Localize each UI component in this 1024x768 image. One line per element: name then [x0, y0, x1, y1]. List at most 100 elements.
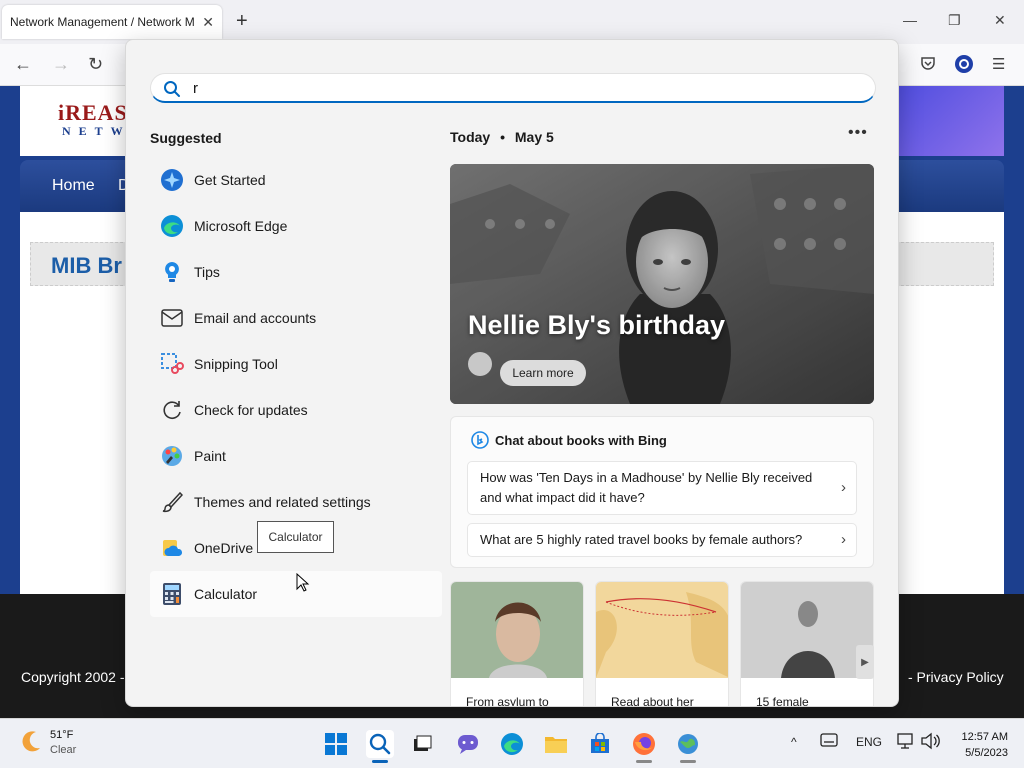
clock-date: 5/5/2023 [965, 747, 1008, 759]
scroll-right-button[interactable]: ▶ [856, 645, 874, 679]
today-separator: • [500, 129, 505, 145]
app-item-paint[interactable]: Paint [150, 433, 442, 479]
thumbnail-row: From asylum to Read about her 15 female [450, 581, 880, 707]
suggested-title: Suggested [150, 130, 222, 146]
app-label: OneDrive [194, 540, 254, 556]
firefox-button[interactable] [630, 730, 658, 758]
hero-card[interactable]: Nellie Bly's birthday Learn more [450, 164, 874, 404]
bing-icon [471, 431, 489, 449]
mib-title: MIB Br [51, 253, 122, 278]
start-search-panel: Suggested Get Started Microsoft Edge Tip… [125, 39, 899, 707]
volume-icon[interactable] [920, 732, 940, 753]
app-item-themes[interactable]: Themes and related settings [150, 479, 442, 525]
nav-home-link[interactable]: Home [52, 177, 95, 195]
chevron-right-icon: › [841, 531, 846, 548]
calculator-tooltip: Calculator [257, 521, 334, 553]
site-logo-subtitle: NETW [62, 124, 131, 138]
app-item-tips[interactable]: Tips [150, 249, 442, 295]
task-view-icon [414, 735, 432, 751]
windows-icon [325, 733, 347, 755]
chat-icon [458, 735, 478, 754]
portrait-thumbnail-image [451, 582, 583, 678]
snipping-tool-icon [160, 352, 184, 376]
app-item-email-accounts[interactable]: Email and accounts [150, 295, 442, 341]
tips-icon [160, 260, 184, 284]
show-hidden-icons-button[interactable]: ^ [791, 735, 797, 749]
forward-button[interactable]: → [52, 54, 70, 75]
map-thumbnail-image [596, 582, 728, 678]
copyright-text: Copyright 2002 - [21, 669, 125, 685]
pocket-icon[interactable] [920, 55, 936, 76]
privacy-policy-link[interactable]: - Privacy Policy [908, 669, 1004, 685]
app-item-check-updates[interactable]: Check for updates [150, 387, 442, 433]
app-item-snipping-tool[interactable]: Snipping Tool [150, 341, 442, 387]
chat-button[interactable] [454, 730, 482, 758]
thumbnail-card[interactable]: From asylum to [450, 581, 584, 707]
weather-temp: 51°F [50, 729, 74, 741]
bing-question-1[interactable]: How was 'Ten Days in a Madhouse' by Nell… [467, 461, 857, 515]
back-button[interactable]: ← [14, 54, 32, 75]
menu-button[interactable]: ☰ [992, 55, 1005, 73]
app-label: Calculator [194, 586, 258, 602]
app-label: Check for updates [194, 402, 308, 418]
start-button[interactable] [322, 730, 350, 758]
store-button[interactable] [586, 730, 614, 758]
today-header: Today • May 5 [450, 129, 554, 145]
app-label: Tips [194, 264, 220, 280]
app-label: Microsoft Edge [194, 218, 288, 234]
search-box[interactable] [150, 73, 876, 103]
clock-time: 12:57 AM [961, 731, 1008, 743]
task-view-button[interactable] [408, 730, 436, 758]
paint-icon [160, 444, 184, 468]
bing-chat-card: Chat about books with Bing How was 'Ten … [450, 416, 874, 568]
question-text: What are 5 highly rated travel books by … [480, 532, 803, 547]
onedrive-icon [160, 536, 184, 560]
file-explorer-button[interactable] [542, 730, 570, 758]
bing-question-2[interactable]: What are 5 highly rated travel books by … [467, 523, 857, 557]
app-label: Email and accounts [194, 310, 317, 326]
edge-icon [501, 733, 523, 755]
weather-condition: Clear [50, 744, 77, 756]
thumbnail-card[interactable]: 15 female [740, 581, 874, 707]
thumbnail-caption: Read about her [611, 695, 694, 707]
browser-tab[interactable]: Network Management / Network M ✕ [2, 5, 222, 39]
network-icon[interactable] [896, 732, 916, 753]
active-indicator [372, 760, 388, 763]
more-options-button[interactable]: ••• [848, 124, 868, 142]
thumbnail-card[interactable]: Read about her [595, 581, 729, 707]
calculator-icon [160, 582, 184, 606]
app-item-get-started[interactable]: Get Started [150, 157, 442, 203]
app-label: Paint [194, 448, 226, 464]
new-tab-button[interactable]: + [236, 10, 248, 33]
account-icon[interactable] [954, 54, 974, 79]
mail-icon [160, 306, 184, 330]
minimize-button[interactable]: — [903, 12, 917, 28]
edge-taskbar-button[interactable] [498, 730, 526, 758]
search-input[interactable] [193, 78, 853, 98]
tab-title: Network Management / Network M [10, 15, 195, 29]
refresh-icon [160, 398, 184, 422]
hero-title: Nellie Bly's birthday [468, 310, 726, 340]
search-icon [369, 733, 391, 755]
mouse-cursor-icon [296, 573, 310, 592]
edge-icon [160, 214, 184, 238]
learn-more-button[interactable]: Learn more [500, 360, 586, 386]
thumbnail-caption: 15 female [756, 695, 809, 707]
thumbnail-caption: From asylum to [466, 695, 549, 707]
restore-button[interactable]: ❐ [948, 12, 961, 29]
language-indicator[interactable]: ENG [856, 735, 882, 749]
clock[interactable]: 12:57 AM 5/5/2023 [950, 729, 1008, 761]
close-window-button[interactable]: ✕ [994, 12, 1006, 29]
weather-widget[interactable]: 51°F Clear [18, 728, 76, 758]
taskbar: 51°F Clear ^ ENG 12:57 AM 5/5/2023 [0, 718, 1024, 768]
app-item-edge[interactable]: Microsoft Edge [150, 203, 442, 249]
taskbar-search-button[interactable] [366, 730, 394, 758]
tab-close-icon[interactable]: ✕ [202, 14, 214, 31]
network-app-button[interactable] [674, 730, 702, 758]
app-label: Snipping Tool [194, 356, 278, 372]
app-label: Themes and related settings [194, 494, 371, 510]
reload-button[interactable]: ↻ [88, 54, 103, 75]
search-icon [164, 81, 180, 97]
running-indicator [636, 760, 652, 763]
keyboard-icon[interactable] [820, 733, 838, 750]
